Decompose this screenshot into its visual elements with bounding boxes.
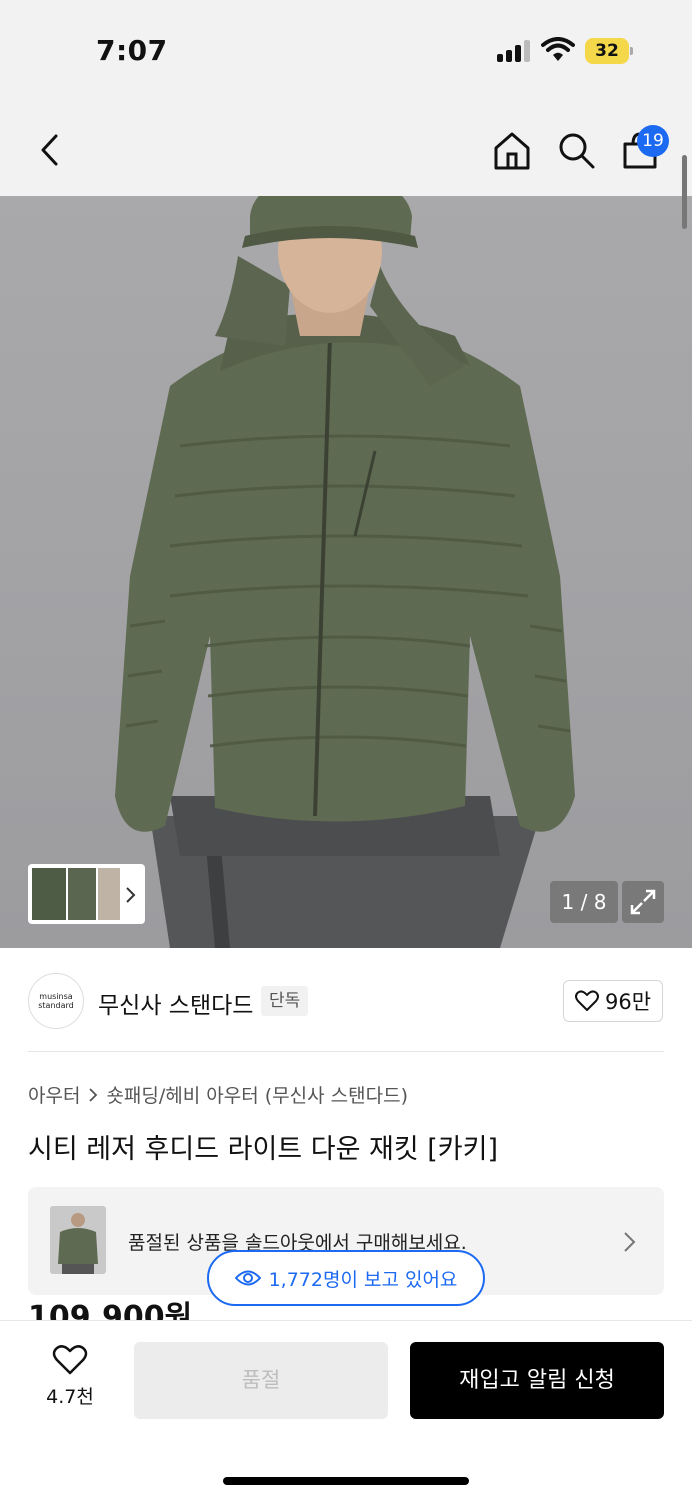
battery-icon: 32 bbox=[585, 38, 633, 64]
banner-product-thumbnail bbox=[50, 1206, 106, 1274]
thumbnail-1[interactable] bbox=[32, 868, 66, 920]
breadcrumb: 아우터 숏패딩/헤비 아우터 (무신사 스탠다드) bbox=[28, 1081, 408, 1108]
exclusive-badge: 단독 bbox=[261, 986, 309, 1016]
search-icon bbox=[559, 133, 595, 169]
product-image[interactable] bbox=[0, 196, 692, 948]
soldout-button[interactable]: 품절 bbox=[134, 1342, 388, 1419]
status-bar: 7:07 32 bbox=[0, 0, 692, 100]
brand-like-count: 96만 bbox=[604, 990, 652, 1014]
heart-icon bbox=[574, 990, 599, 1011]
wishlist-count: 4.7천 bbox=[46, 1386, 94, 1408]
chevron-right-icon bbox=[624, 1232, 636, 1252]
product-price: 109,900원 bbox=[28, 1300, 193, 1320]
home-indicator[interactable] bbox=[223, 1477, 469, 1485]
scrollbar[interactable] bbox=[682, 155, 687, 229]
back-chevron-icon bbox=[41, 134, 58, 166]
cart-count-badge: 19 bbox=[637, 125, 669, 157]
breadcrumb-category[interactable]: 아우터 bbox=[28, 1081, 80, 1108]
thumbnail-3[interactable] bbox=[98, 868, 120, 920]
chevron-right-icon bbox=[89, 1087, 98, 1102]
search-button[interactable] bbox=[554, 128, 598, 172]
home-icon bbox=[494, 132, 530, 170]
brand-like-button[interactable]: 96만 bbox=[563, 980, 663, 1022]
brand-logo-line1: musinsa bbox=[39, 992, 73, 1001]
thumbnail-2[interactable] bbox=[68, 868, 96, 920]
expand-image-button[interactable] bbox=[622, 881, 664, 923]
divider bbox=[28, 1051, 664, 1052]
viewers-pill: 1,772명이 보고 있어요 bbox=[207, 1250, 485, 1306]
cellular-signal-icon bbox=[497, 40, 533, 62]
wifi-icon bbox=[541, 37, 575, 61]
product-title: 시티 레저 후디드 라이트 다운 재킷 [카키] bbox=[28, 1134, 499, 1165]
heart-icon bbox=[52, 1345, 88, 1375]
home-button[interactable] bbox=[490, 128, 534, 172]
model-jacket-illustration bbox=[115, 196, 575, 948]
expand-icon bbox=[630, 889, 656, 915]
back-button[interactable] bbox=[30, 130, 70, 170]
brand-name[interactable]: 무신사 스탠다드 bbox=[98, 986, 253, 1020]
eye-icon bbox=[234, 1270, 261, 1286]
viewers-text: 1,772명이 보고 있어요 bbox=[268, 1268, 458, 1291]
brand-logo[interactable]: musinsa standard bbox=[28, 973, 84, 1029]
image-page-counter: 1 / 8 bbox=[550, 881, 618, 923]
status-time: 7:07 bbox=[96, 34, 168, 67]
thumbnail-strip[interactable] bbox=[28, 864, 145, 924]
wishlist-button[interactable]: 4.7천 bbox=[28, 1344, 112, 1420]
chevron-right-icon bbox=[126, 887, 136, 903]
restock-alert-button[interactable]: 재입고 알림 신청 bbox=[410, 1342, 664, 1419]
breadcrumb-subcategory[interactable]: 숏패딩/헤비 아우터 (무신사 스탠다드) bbox=[106, 1081, 408, 1108]
battery-level: 32 bbox=[585, 38, 629, 64]
brand-logo-line2: standard bbox=[38, 1001, 74, 1010]
